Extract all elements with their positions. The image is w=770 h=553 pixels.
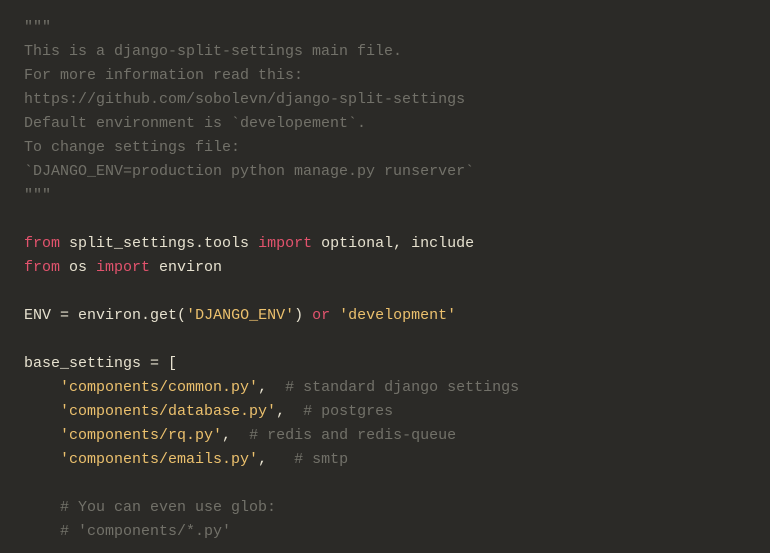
list-item-string: 'components/common.py' — [60, 379, 258, 396]
indent — [24, 523, 60, 540]
docstring-close: """ — [24, 187, 51, 204]
indent — [24, 451, 60, 468]
equals: = — [150, 355, 159, 372]
import-module: os — [60, 259, 96, 276]
keyword-from: from — [24, 235, 60, 252]
comment: # postgres — [303, 403, 393, 420]
code-block: """ This is a django-split-settings main… — [0, 0, 770, 553]
env-call: environ.get( — [69, 307, 186, 324]
comment: # redis and redis-queue — [249, 427, 456, 444]
list-item-string: 'components/database.py' — [60, 403, 276, 420]
import-module: split_settings.tools — [60, 235, 258, 252]
list-item-string: 'components/emails.py' — [60, 451, 258, 468]
comma: , — [258, 379, 267, 396]
comma: , — [222, 427, 231, 444]
docstring-open: """ — [24, 19, 51, 36]
string-literal: 'DJANGO_ENV' — [186, 307, 294, 324]
comment: # 'components/*.py' — [60, 523, 231, 540]
gap — [285, 403, 303, 420]
base-var: base_settings — [24, 355, 150, 372]
import-names: environ — [150, 259, 222, 276]
indent — [24, 499, 60, 516]
docstring-line: `DJANGO_ENV=production python manage.py … — [24, 163, 474, 180]
indent — [24, 403, 60, 420]
string-literal: 'development' — [330, 307, 456, 324]
keyword-from: from — [24, 259, 60, 276]
keyword-or: or — [312, 307, 330, 324]
indent — [24, 427, 60, 444]
gap — [267, 379, 285, 396]
gap — [231, 427, 249, 444]
gap — [267, 451, 294, 468]
comment: # standard django settings — [285, 379, 519, 396]
docstring-line: Default environment is `developement`. — [24, 115, 366, 132]
comment: # smtp — [294, 451, 348, 468]
docstring-line: https://github.com/sobolevn/django-split… — [24, 91, 465, 108]
docstring-line: This is a django-split-settings main fil… — [24, 43, 402, 60]
comma: , — [258, 451, 267, 468]
env-call-close: ) — [294, 307, 312, 324]
env-var: ENV — [24, 307, 60, 324]
comma: , — [276, 403, 285, 420]
bracket-open: [ — [159, 355, 177, 372]
indent — [24, 379, 60, 396]
list-item-string: 'components/rq.py' — [60, 427, 222, 444]
comment: # You can even use glob: — [60, 499, 276, 516]
docstring-line: For more information read this: — [24, 67, 303, 84]
import-names: optional, include — [312, 235, 474, 252]
docstring-line: To change settings file: — [24, 139, 240, 156]
keyword-import: import — [96, 259, 150, 276]
keyword-import: import — [258, 235, 312, 252]
equals: = — [60, 307, 69, 324]
